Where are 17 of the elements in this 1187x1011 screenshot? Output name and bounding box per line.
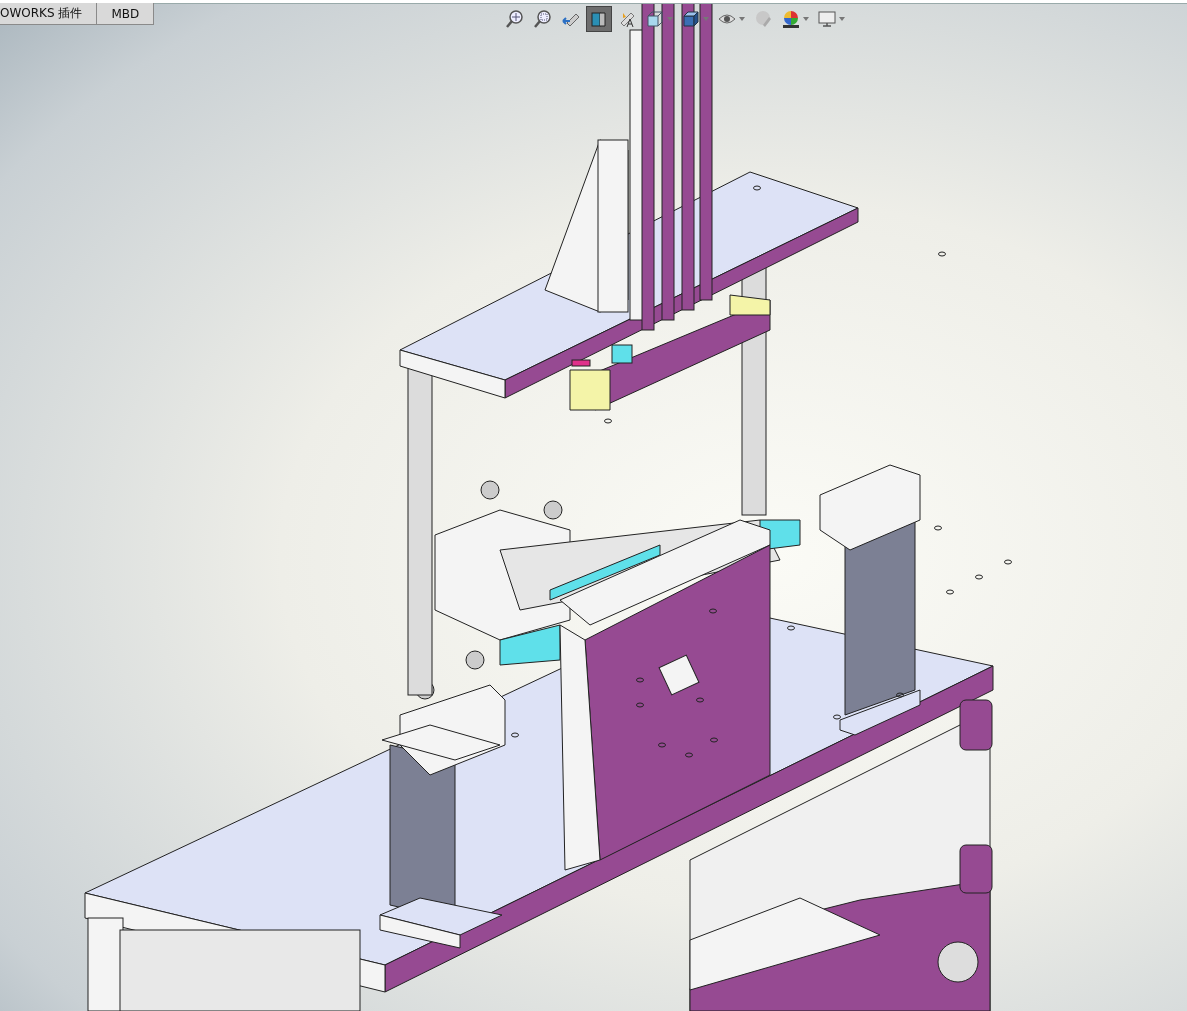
ribbon-tab[interactable]: MBD bbox=[97, 3, 155, 25]
spacer-block-drawing bbox=[729, 294, 771, 316]
caret-icon bbox=[703, 17, 709, 21]
appearance-ball-icon bbox=[753, 9, 773, 29]
shaded-cube-icon bbox=[681, 9, 701, 29]
zoom-fit-icon bbox=[505, 9, 525, 29]
cube-icon bbox=[645, 9, 665, 29]
caret-icon bbox=[739, 17, 745, 21]
zoom-area-icon bbox=[533, 9, 553, 29]
color-ball-icon bbox=[781, 9, 801, 29]
view-tool-button[interactable] bbox=[586, 6, 612, 32]
ribbon-tab[interactable]: OWORKS 插件 bbox=[0, 3, 98, 25]
caret-icon bbox=[803, 17, 809, 21]
caret-icon bbox=[667, 17, 673, 21]
section-view-icon bbox=[589, 9, 609, 29]
monitor-icon bbox=[817, 9, 837, 29]
caret-icon bbox=[839, 17, 845, 21]
